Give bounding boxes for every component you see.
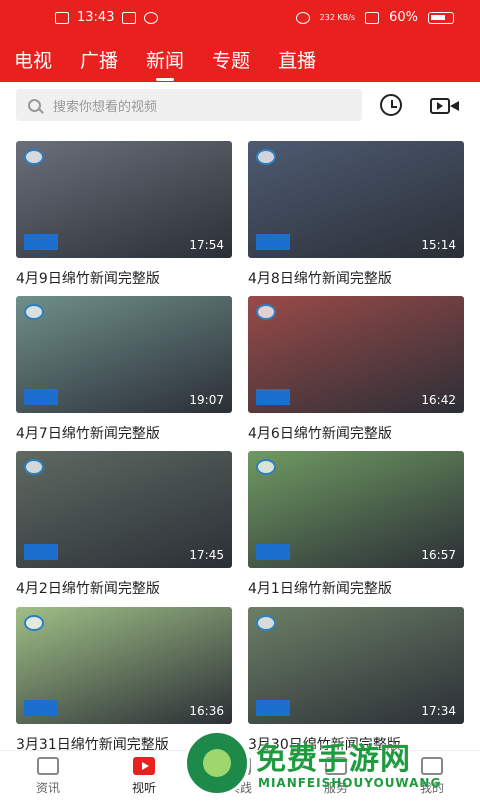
- wifi-icon: [365, 11, 380, 24]
- news-ticker: [24, 700, 58, 716]
- search-icon: [28, 98, 41, 112]
- video-duration: 17:45: [189, 548, 224, 562]
- status-time: 13:43: [77, 10, 115, 25]
- channel-logo-icon: [24, 615, 44, 631]
- watermark: 免费手游网 MIANFEISHOUYOUWANG: [184, 730, 474, 800]
- video-title[interactable]: 4月8日绵竹新闻完整版: [248, 268, 464, 288]
- video-title[interactable]: 4月7日绵竹新闻完整版: [16, 423, 232, 443]
- video-card[interactable]: 16:42 4月6日绵竹新闻完整版: [248, 296, 464, 443]
- app-header: 13:43 232 KB/s 60% 电视 广播 新闻 专题 直播: [0, 0, 480, 82]
- video-duration: 15:14: [421, 238, 456, 252]
- tab-live[interactable]: 直播: [278, 46, 316, 81]
- net-speed: 232 KB/s: [319, 12, 356, 22]
- video-duration: 16:36: [189, 704, 224, 718]
- video-title[interactable]: 4月6日绵竹新闻完整版: [248, 423, 464, 443]
- video-thumbnail[interactable]: 16:42: [248, 296, 464, 413]
- mute-icon: [295, 11, 310, 24]
- battery-icon: [428, 11, 454, 24]
- news-feed-icon: [37, 757, 59, 775]
- video-duration: 16:57: [421, 548, 456, 562]
- video-duration: 17:54: [189, 238, 224, 252]
- video-camera-icon[interactable]: [430, 94, 459, 118]
- search-placeholder: 搜索你想看的视频: [53, 99, 158, 115]
- nav-item-video[interactable]: 视听: [96, 757, 192, 796]
- video-thumbnail[interactable]: 17:34: [248, 607, 464, 724]
- watermark-logo-icon: [184, 730, 250, 796]
- nav-label: 视听: [131, 781, 156, 795]
- mail-icon: [122, 11, 137, 24]
- video-thumbnail[interactable]: 17:54: [16, 141, 232, 258]
- news-ticker: [24, 389, 58, 405]
- notification-icon: [55, 11, 69, 24]
- video-duration: 17:34: [421, 704, 456, 718]
- channel-logo-icon: [24, 459, 44, 475]
- channel-logo-icon: [256, 459, 276, 475]
- channel-logo-icon: [256, 149, 276, 165]
- nav-item-news-feed[interactable]: 资讯: [0, 757, 96, 796]
- video-card[interactable]: 17:45 4月2日绵竹新闻完整版: [16, 451, 232, 598]
- news-ticker: [24, 234, 58, 250]
- channel-logo-icon: [24, 149, 44, 165]
- video-title[interactable]: 4月2日绵竹新闻完整版: [16, 578, 232, 598]
- tab-topics[interactable]: 专题: [212, 46, 250, 81]
- video-card[interactable]: 19:07 4月7日绵竹新闻完整版: [16, 296, 232, 443]
- video-thumbnail[interactable]: 17:45: [16, 451, 232, 568]
- video-thumbnail[interactable]: 16:36: [16, 607, 232, 724]
- news-ticker: [256, 389, 290, 405]
- nav-label: 资讯: [35, 781, 60, 795]
- video-title[interactable]: 4月9日绵竹新闻完整版: [16, 268, 232, 288]
- news-ticker: [256, 544, 290, 560]
- battery-percent: 60%: [389, 10, 418, 25]
- video-card[interactable]: 15:14 4月8日绵竹新闻完整版: [248, 141, 464, 288]
- video-title[interactable]: 4月1日绵竹新闻完整版: [248, 578, 464, 598]
- video-card[interactable]: 16:57 4月1日绵竹新闻完整版: [248, 451, 464, 598]
- news-ticker: [256, 700, 290, 716]
- video-duration: 16:42: [421, 393, 456, 407]
- video-thumbnail[interactable]: 19:07: [16, 296, 232, 413]
- video-duration: 19:07: [189, 393, 224, 407]
- tab-news[interactable]: 新闻: [146, 46, 184, 81]
- tab-tv[interactable]: 电视: [14, 46, 52, 81]
- video-thumbnail[interactable]: 16:57: [248, 451, 464, 568]
- watermark-text: 免费手游网: [256, 742, 411, 777]
- play-icon: [133, 757, 155, 775]
- channel-logo-icon: [256, 304, 276, 320]
- news-ticker: [256, 234, 290, 250]
- status-bar: 13:43 232 KB/s 60%: [0, 8, 480, 32]
- channel-logo-icon: [256, 615, 276, 631]
- tab-radio[interactable]: 广播: [80, 46, 118, 81]
- top-tabs: 电视 广播 新闻 专题 直播: [14, 46, 316, 81]
- channel-logo-icon: [24, 304, 44, 320]
- search-bar[interactable]: 搜索你想看的视频: [16, 89, 362, 121]
- video-thumbnail[interactable]: 15:14: [248, 141, 464, 258]
- app-icon: [144, 11, 159, 24]
- clock-icon[interactable]: [380, 94, 402, 116]
- watermark-subtext: MIANFEISHOUYOUWANG: [258, 776, 442, 790]
- video-card[interactable]: 17:54 4月9日绵竹新闻完整版: [16, 141, 232, 288]
- news-ticker: [24, 544, 58, 560]
